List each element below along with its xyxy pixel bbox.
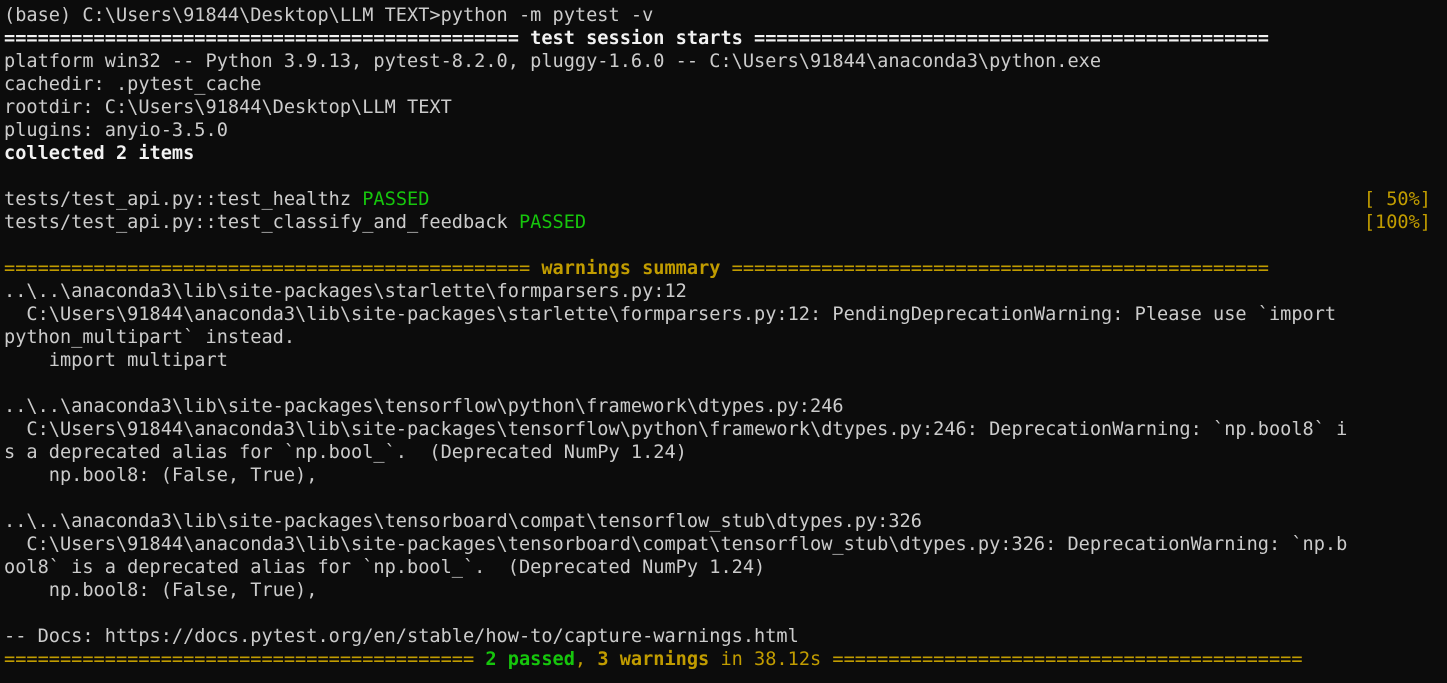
test-status-passed: PASSED xyxy=(362,189,430,210)
session-header-right-rule: ========================================… xyxy=(742,28,1269,49)
test-name: tests/test_api.py::test_healthz xyxy=(4,189,363,210)
session-header: ========================================… xyxy=(4,27,1447,50)
warning-location: ..\..\anaconda3\lib\site-packages\tensor… xyxy=(4,511,922,532)
warning-message: C:\Users\91844\anaconda3\lib\site-packag… xyxy=(4,419,1348,440)
summary-right-rule: ========================================… xyxy=(832,649,1303,670)
warnings-summary-header: ========================================… xyxy=(4,257,1447,280)
warnings-header-right-rule: ========================================… xyxy=(720,258,1269,279)
test-progress: [100%] xyxy=(1363,212,1431,233)
test-result-row: tests/test_api.py::test_classify_and_fee… xyxy=(4,211,1431,234)
session-header-title: test session starts xyxy=(530,28,743,49)
summary-passed-count: 2 passed xyxy=(485,649,575,670)
platform-line: platform win32 -- Python 3.9.13, pytest-… xyxy=(4,51,1102,72)
warning-message: ool8` is a deprecated alias for `np.bool… xyxy=(4,557,766,578)
session-header-left-rule: ========================================… xyxy=(4,28,531,49)
warning-code: np.bool8: (False, True), xyxy=(4,465,318,486)
test-result-left: tests/test_api.py::test_healthz PASSED xyxy=(4,188,429,211)
warnings-header-title: warnings summary xyxy=(541,258,721,279)
warning-message: s a deprecated alias for `np.bool_`. (De… xyxy=(4,442,687,463)
warning-location: ..\..\anaconda3\lib\site-packages\starle… xyxy=(4,281,687,302)
warnings-header-left-rule: ========================================… xyxy=(4,258,542,279)
warning-code: import multipart xyxy=(4,350,228,371)
command-prompt: (base) C:\Users\91844\Desktop\LLM TEXT>p… xyxy=(4,5,654,26)
summary-warnings-count: 3 warnings xyxy=(597,649,710,670)
test-result-left: tests/test_api.py::test_classify_and_fee… xyxy=(4,211,586,234)
plugins-line: plugins: anyio-3.5.0 xyxy=(4,120,228,141)
warning-message: C:\Users\91844\anaconda3\lib\site-packag… xyxy=(4,534,1348,555)
summary-duration: in 38.12s xyxy=(709,649,833,670)
test-status-passed: PASSED xyxy=(518,212,587,233)
summary-left-rule: ========================================… xyxy=(4,649,486,670)
collected-line: collected 2 items xyxy=(4,143,195,164)
summary-comma: , xyxy=(574,649,598,670)
warning-message: C:\Users\91844\anaconda3\lib\site-packag… xyxy=(4,304,1337,325)
docs-link-line: -- Docs: https://docs.pytest.org/en/stab… xyxy=(4,626,799,647)
warning-location: ..\..\anaconda3\lib\site-packages\tensor… xyxy=(4,396,844,417)
test-progress: [ 50%] xyxy=(1363,189,1431,210)
warning-code: np.bool8: (False, True), xyxy=(4,580,318,601)
cachedir-line: cachedir: .pytest_cache xyxy=(4,74,262,95)
final-summary-line: ========================================… xyxy=(4,648,1447,671)
test-name: tests/test_api.py::test_classify_and_fee… xyxy=(4,212,519,233)
warning-message: python_multipart` instead. xyxy=(4,327,296,348)
rootdir-line: rootdir: C:\Users\91844\Desktop\LLM TEXT xyxy=(4,97,452,118)
terminal-window[interactable]: (base) C:\Users\91844\Desktop\LLM TEXT>p… xyxy=(0,0,1447,683)
test-result-row: tests/test_api.py::test_healthz PASSED [… xyxy=(4,188,1431,211)
